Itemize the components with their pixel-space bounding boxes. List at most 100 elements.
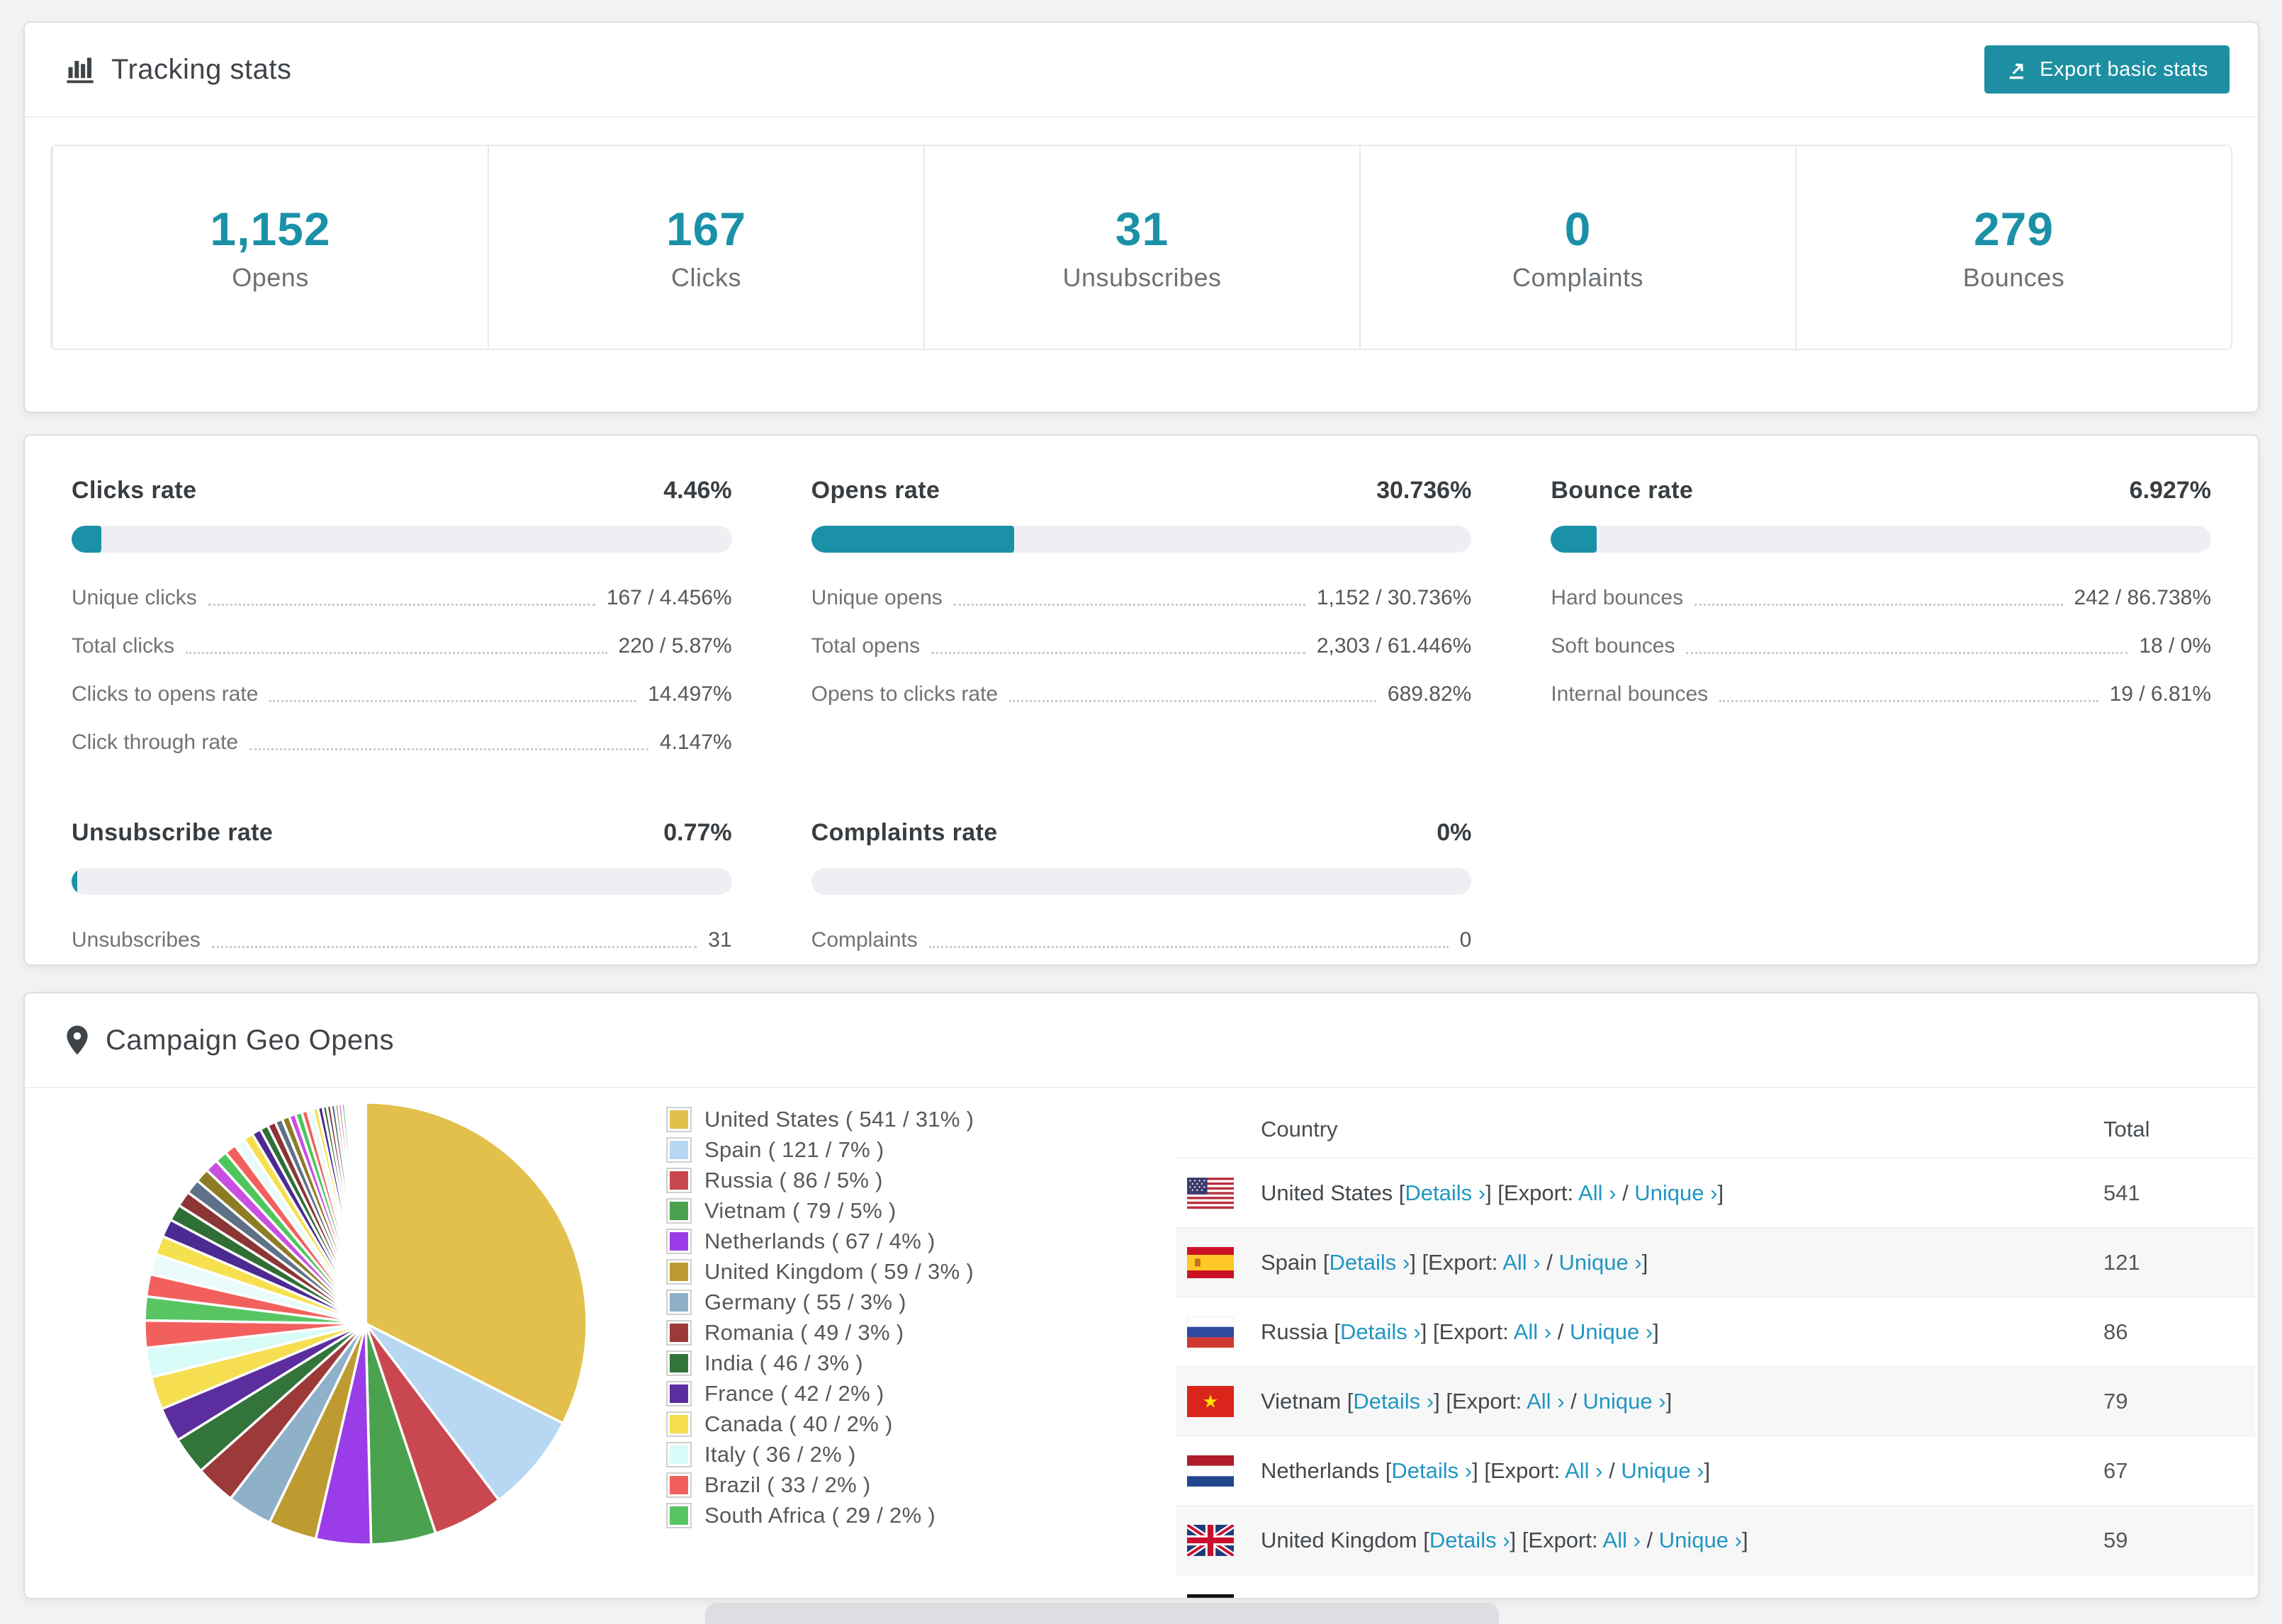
- progress-bar-track: [72, 868, 732, 895]
- table-row: Netherlands [Details ›] [Export: All › /…: [1176, 1436, 2255, 1505]
- rate-panel-header: Complaints rate 0%: [811, 819, 1472, 847]
- rate-row-value: 18 / 0%: [2139, 634, 2211, 658]
- export-all-link[interactable]: All ›: [1502, 1250, 1540, 1275]
- rate-stat-row: Unsubscribes 31: [72, 926, 732, 954]
- details-link[interactable]: Details ›: [1405, 1180, 1485, 1205]
- details-link[interactable]: Details ›: [1353, 1389, 1434, 1414]
- export-all-link[interactable]: All ›: [1603, 1528, 1641, 1552]
- total-cell: 55: [2103, 1597, 2128, 1598]
- details-link[interactable]: Details ›: [1391, 1458, 1472, 1483]
- legend-swatch: [666, 1167, 692, 1193]
- rate-stat-row: Soft bounces 18 / 0%: [1551, 632, 2211, 660]
- country-name: United Kingdom: [1261, 1527, 1417, 1552]
- export-unique-link[interactable]: Unique ›: [1583, 1389, 1665, 1414]
- rate-title: Complaints rate: [811, 819, 998, 846]
- rate-row-label: Total opens: [811, 634, 921, 658]
- export-unique-link[interactable]: Unique ›: [1570, 1319, 1653, 1344]
- legend-item: United States ( 541 / 31% ): [666, 1104, 974, 1134]
- rate-stat-row: Clicks to opens rate 14.497%: [72, 680, 732, 709]
- legend-label: Romania ( 49 / 3% ): [704, 1319, 904, 1345]
- country-name: United States: [1261, 1180, 1393, 1205]
- details-link[interactable]: Details ›: [1340, 1319, 1421, 1344]
- legend-swatch: [666, 1472, 692, 1498]
- rate-row-label: Internal bounces: [1551, 682, 1709, 706]
- rate-row-value: 167 / 4.456%: [606, 586, 732, 609]
- stat-cell: 167 Clicks: [488, 146, 923, 349]
- table-row: Vietnam [Details ›] [Export: All › / Uni…: [1176, 1366, 2255, 1436]
- page: Tracking stats Export basic stats 1,152 …: [0, 0, 2282, 1624]
- rate-panel: Clicks rate 4.46% Unique clicks 167 / 4.…: [72, 477, 732, 757]
- rate-row-value: 242 / 86.738%: [2074, 586, 2212, 609]
- rate-stat-row: Unique clicks 167 / 4.456%: [72, 584, 732, 612]
- country-flag-icon: [1187, 1594, 1234, 1598]
- details-link[interactable]: Details ›: [1429, 1528, 1510, 1552]
- country-flag-icon: [1187, 1455, 1234, 1487]
- rate-row-value: 4.147%: [659, 731, 732, 754]
- stat-label: Unsubscribes: [1062, 263, 1222, 292]
- total-cell: 121: [2103, 1249, 2140, 1275]
- rate-value: 0.77%: [663, 819, 732, 846]
- export-all-link[interactable]: All ›: [1514, 1319, 1551, 1344]
- map-pin-icon: [64, 1025, 90, 1056]
- stat-cell: 0 Complaints: [1359, 146, 1795, 349]
- export-unique-link[interactable]: Unique ›: [1558, 1250, 1641, 1275]
- rate-stat-row: Total opens 2,303 / 61.446%: [811, 632, 1472, 660]
- export-all-link[interactable]: All ›: [1565, 1458, 1602, 1483]
- details-link[interactable]: Details ›: [1330, 1250, 1410, 1275]
- country-flag-icon: [1187, 1246, 1234, 1278]
- export-button-label: Export basic stats: [2040, 57, 2208, 81]
- rate-title: Unsubscribe rate: [72, 819, 274, 846]
- country-name: Germany: [1261, 1597, 1351, 1598]
- geo-header: Campaign Geo Opens: [25, 993, 2258, 1088]
- legend-label: Canada ( 40 / 2% ): [704, 1411, 893, 1436]
- pie-slice[interactable]: [364, 1101, 367, 1325]
- export-all-link[interactable]: All ›: [1578, 1180, 1616, 1205]
- stat-label: Bounces: [1962, 263, 2065, 292]
- geo-title: Campaign Geo Opens: [106, 1024, 395, 1056]
- export-unique-link[interactable]: Unique ›: [1634, 1180, 1717, 1205]
- export-unique-link[interactable]: Unique ›: [1659, 1528, 1742, 1552]
- rate-row-value: 0: [1459, 928, 1472, 952]
- rate-row-value: 689.82%: [1387, 682, 1472, 706]
- export-prefix: Export:: [1439, 1319, 1509, 1344]
- horizontal-scrollbar[interactable]: [705, 1603, 1499, 1624]
- legend-item: Spain ( 121 / 7% ): [666, 1134, 974, 1165]
- rate-rows: Complaints 0: [811, 926, 1472, 954]
- export-all-link[interactable]: All ›: [1527, 1389, 1564, 1414]
- country-name: Vietnam: [1261, 1388, 1342, 1414]
- rate-row-label: Unique clicks: [72, 586, 197, 609]
- country-cell: Germany [Details ›] [Export: All › / Uni…: [1261, 1597, 1682, 1598]
- rate-row-value: 1,152 / 30.736%: [1316, 586, 1472, 609]
- country-flag-icon: [1187, 1177, 1234, 1209]
- rate-panel: Opens rate 30.736% Unique opens 1,152 / …: [811, 477, 1472, 757]
- legend-item: India ( 46 / 3% ): [666, 1348, 974, 1378]
- country-flag-icon: [1187, 1316, 1234, 1348]
- rate-panel-header: Clicks rate 4.46%: [72, 477, 732, 504]
- legend-swatch: [666, 1411, 692, 1437]
- stat-cell: 279 Bounces: [1795, 146, 2231, 349]
- export-all-link[interactable]: All ›: [1536, 1597, 1574, 1598]
- country-flag-icon: [1187, 1524, 1234, 1556]
- legend-swatch: [666, 1380, 692, 1406]
- country-cell: United States [Details ›] [Export: All ›…: [1261, 1180, 1724, 1205]
- geo-table-rows: United States [Details ›] [Export: All ›…: [1176, 1158, 2255, 1598]
- stat-summary-box: 1,152 Opens 167 Clicks 31 Unsubscribes 0…: [50, 145, 2232, 350]
- bar-chart-icon: [64, 54, 96, 85]
- table-row: Spain [Details ›] [Export: All › / Uniqu…: [1176, 1227, 2255, 1297]
- rate-stat-row: Complaints 0: [811, 926, 1472, 954]
- details-link[interactable]: Details ›: [1364, 1597, 1444, 1598]
- rate-stat-row: Opens to clicks rate 689.82%: [811, 680, 1472, 709]
- rate-stat-row: Hard bounces 242 / 86.738%: [1551, 584, 2211, 612]
- legend-label: Netherlands ( 67 / 4% ): [704, 1228, 935, 1253]
- export-prefix: Export:: [1462, 1597, 1531, 1598]
- legend-item: South Africa ( 29 / 2% ): [666, 1500, 974, 1530]
- legend-swatch: [666, 1197, 692, 1224]
- stat-label: Complaints: [1512, 263, 1644, 292]
- export-unique-link[interactable]: Unique ›: [1621, 1458, 1704, 1483]
- country-cell: Netherlands [Details ›] [Export: All › /…: [1261, 1457, 1711, 1483]
- export-basic-stats-button[interactable]: Export basic stats: [1984, 45, 2230, 94]
- rate-rows: Hard bounces 242 / 86.738% Soft bounces …: [1551, 584, 2211, 709]
- legend-label: Italy ( 36 / 2% ): [704, 1441, 856, 1467]
- campaign-geo-opens-card: Campaign Geo Opens United States ( 541 /…: [23, 992, 2259, 1599]
- export-unique-link[interactable]: Unique ›: [1593, 1597, 1676, 1598]
